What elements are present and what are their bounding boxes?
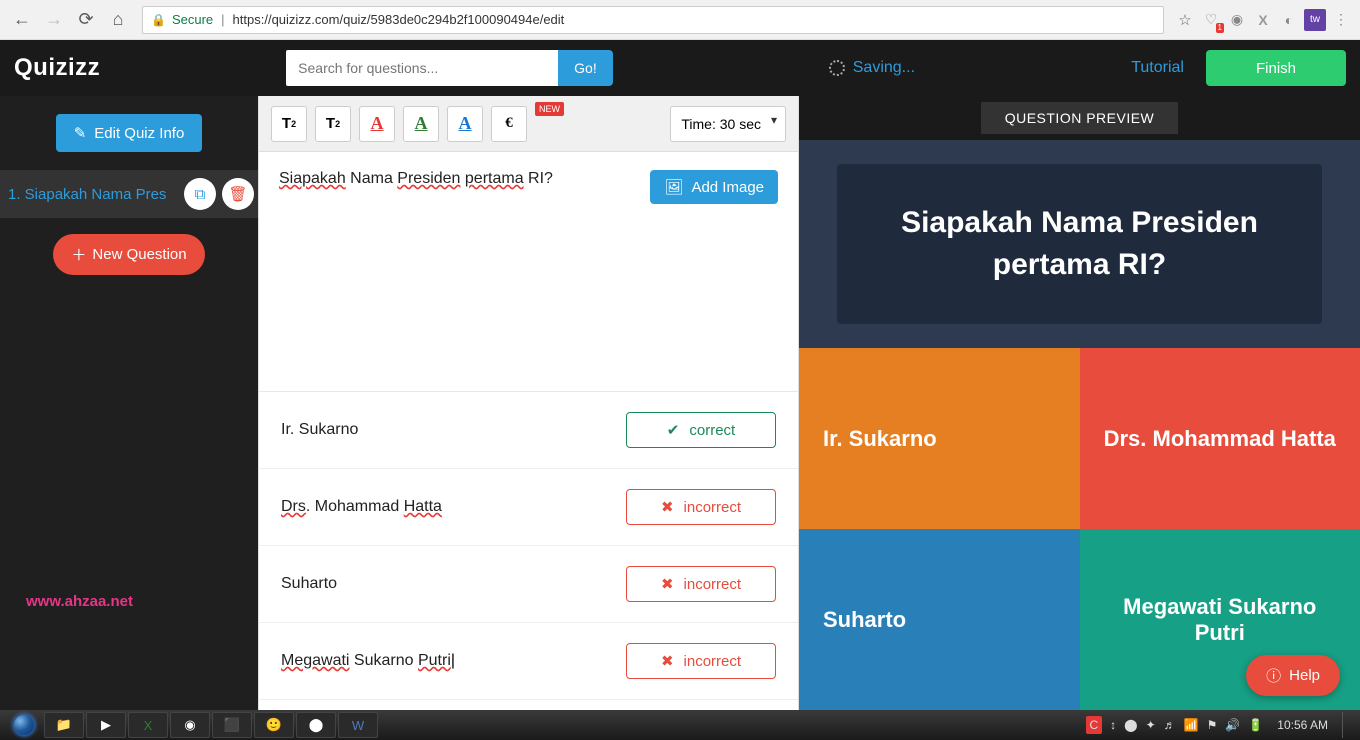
add-image-button[interactable]: 🖼 Add Image bbox=[650, 170, 778, 204]
tray-signal-icon[interactable]: 📶 bbox=[1184, 718, 1199, 732]
url-bar[interactable]: 🔒 Secure | https://quizizz.com/quiz/5983… bbox=[142, 6, 1164, 34]
system-tray[interactable]: C ↕ ⬤ ✦ ♬ 📶 ⚑ 🔊 🔋 10:56 AM bbox=[1086, 712, 1355, 738]
answer-row: Megawati Sukarno Putri| ✖incorrect bbox=[259, 623, 798, 700]
question-editor: T2 T2 A A A € NEW Time: 30 sec Siapakah … bbox=[258, 96, 799, 710]
lock-icon: 🔒 bbox=[151, 13, 166, 27]
mark-incorrect-button[interactable]: ✖incorrect bbox=[626, 489, 776, 525]
question-list-label: 1. Siapakah Nama Pres bbox=[8, 186, 178, 203]
tray-battery-icon[interactable]: 🔋 bbox=[1248, 718, 1263, 732]
tray-volume-icon[interactable]: 🔊 bbox=[1225, 718, 1240, 732]
finish-button[interactable]: Finish bbox=[1206, 50, 1346, 86]
home-button[interactable]: ⌂ bbox=[104, 6, 132, 34]
browser-chrome: ← → ⟳ ⌂ 🔒 Secure | https://quizizz.com/q… bbox=[0, 0, 1360, 40]
new-badge: NEW bbox=[535, 102, 564, 116]
search-wrap: Go! bbox=[286, 50, 613, 86]
menu-icon[interactable]: ⋮ bbox=[1330, 9, 1352, 31]
check-icon: ✔ bbox=[667, 421, 680, 439]
app-navbar: Quizizz Go! Saving... Tutorial Finish bbox=[0, 40, 1360, 96]
answer-row: Ir. Sukarno ✔correct bbox=[259, 392, 798, 469]
help-button[interactable]: ⓘ Help bbox=[1246, 655, 1340, 696]
answer-text[interactable]: Megawati Sukarno Putri| bbox=[281, 652, 614, 670]
taskbar-app5[interactable]: ⬛ bbox=[212, 712, 252, 738]
subscript-button[interactable]: T2 bbox=[315, 106, 351, 142]
question-list-item[interactable]: 1. Siapakah Nama Pres ⧉ 🗑 bbox=[0, 170, 258, 218]
x-icon: ✖ bbox=[661, 575, 674, 593]
question-text[interactable]: Siapakah Nama Presiden pertama RI? bbox=[279, 170, 553, 373]
preview-tab: QUESTION PREVIEW bbox=[981, 102, 1179, 134]
go-button[interactable]: Go! bbox=[558, 50, 613, 86]
text-green-button[interactable]: A bbox=[403, 106, 439, 142]
preview-option-c: Suharto bbox=[799, 529, 1080, 710]
tray-icon[interactable]: ↕ bbox=[1110, 718, 1116, 732]
sidebar: ✎ Edit Quiz Info 1. Siapakah Nama Pres ⧉… bbox=[0, 96, 258, 710]
time-select[interactable]: Time: 30 sec bbox=[670, 106, 786, 142]
delete-question-button[interactable]: 🗑 bbox=[222, 178, 254, 210]
ext-icon-1[interactable]: ◉ bbox=[1226, 9, 1248, 31]
new-question-button[interactable]: ＋ New Question bbox=[53, 234, 204, 275]
preview-option-a: Ir. Sukarno bbox=[799, 348, 1080, 529]
windows-taskbar: 📁 ▶ X ◉ ⬛ 🙂 ⬤ W C ↕ ⬤ ✦ ♬ 📶 ⚑ 🔊 🔋 10:56 … bbox=[0, 710, 1360, 740]
taskbar-clock[interactable]: 10:56 AM bbox=[1271, 718, 1334, 732]
secure-label: Secure bbox=[172, 12, 213, 27]
mark-incorrect-button[interactable]: ✖incorrect bbox=[626, 643, 776, 679]
url-text: https://quizizz.com/quiz/5983de0c294b2f1… bbox=[233, 12, 565, 27]
tutorial-link[interactable]: Tutorial bbox=[1131, 59, 1184, 77]
saving-indicator: Saving... bbox=[829, 59, 915, 77]
start-button[interactable] bbox=[6, 712, 42, 738]
superscript-button[interactable]: T2 bbox=[271, 106, 307, 142]
ext-icon-tw[interactable]: tw bbox=[1304, 9, 1326, 31]
taskbar-explorer[interactable]: 📁 bbox=[44, 712, 84, 738]
taskbar-app7[interactable]: ⬤ bbox=[296, 712, 336, 738]
forward-button[interactable]: → bbox=[40, 6, 68, 34]
image-icon: 🖼 bbox=[664, 178, 683, 196]
taskbar-word[interactable]: W bbox=[338, 712, 378, 738]
tray-icon[interactable]: ✦ bbox=[1146, 718, 1156, 732]
taskbar-media[interactable]: ▶ bbox=[86, 712, 126, 738]
answer-row: Drs. Mohammad Hatta ✖incorrect bbox=[259, 469, 798, 546]
preview-option-b: Drs. Mohammad Hatta bbox=[1080, 348, 1360, 529]
edit-icon: ✎ bbox=[74, 124, 87, 142]
watermark: www.ahzaa.net bbox=[26, 593, 133, 610]
preview-header: QUESTION PREVIEW bbox=[799, 96, 1360, 140]
tray-icon[interactable]: ⬤ bbox=[1124, 718, 1137, 732]
edit-quiz-info-button[interactable]: ✎ Edit Quiz Info bbox=[56, 114, 203, 152]
back-button[interactable]: ← bbox=[8, 6, 36, 34]
editor-toolbar: T2 T2 A A A € NEW Time: 30 sec bbox=[259, 96, 798, 152]
tray-icon[interactable]: C bbox=[1086, 716, 1103, 734]
logo: Quizizz bbox=[14, 54, 100, 82]
answer-list: Ir. Sukarno ✔correct Drs. Mohammad Hatta ✖i… bbox=[259, 392, 798, 710]
mark-incorrect-button[interactable]: ✖incorrect bbox=[626, 566, 776, 602]
symbol-button[interactable]: € bbox=[491, 106, 527, 142]
answer-row: Suharto ✖incorrect bbox=[259, 546, 798, 623]
search-input[interactable] bbox=[286, 50, 558, 86]
ext-icon-sound[interactable]: ◐ bbox=[1278, 9, 1300, 31]
mark-correct-button[interactable]: ✔correct bbox=[626, 412, 776, 448]
question-text-area[interactable]: Siapakah Nama Presiden pertama RI? 🖼 Add… bbox=[259, 152, 798, 392]
ext-icon-x[interactable]: X bbox=[1252, 9, 1274, 31]
bookmark-star-icon[interactable]: ☆ bbox=[1174, 9, 1196, 31]
text-red-button[interactable]: A bbox=[359, 106, 395, 142]
answer-text[interactable]: Drs. Mohammad Hatta bbox=[281, 498, 614, 516]
answer-text[interactable]: Ir. Sukarno bbox=[281, 421, 614, 439]
help-icon: ⓘ bbox=[1266, 665, 1281, 686]
show-desktop-button[interactable] bbox=[1342, 712, 1350, 738]
taskbar-app6[interactable]: 🙂 bbox=[254, 712, 294, 738]
x-icon: ✖ bbox=[661, 498, 674, 516]
question-preview: QUESTION PREVIEW Siapakah Nama Presiden … bbox=[799, 96, 1360, 710]
taskbar-chrome[interactable]: ◉ bbox=[170, 712, 210, 738]
windows-orb-icon bbox=[13, 714, 35, 736]
spinner-icon bbox=[829, 60, 845, 76]
x-icon: ✖ bbox=[661, 652, 674, 670]
taskbar-excel[interactable]: X bbox=[128, 712, 168, 738]
duplicate-question-button[interactable]: ⧉ bbox=[184, 178, 216, 210]
answer-text[interactable]: Suharto bbox=[281, 575, 614, 593]
tray-flag-icon[interactable]: ⚑ bbox=[1207, 718, 1218, 732]
tray-icon[interactable]: ♬ bbox=[1164, 718, 1176, 732]
preview-question: Siapakah Nama Presiden pertama RI? bbox=[837, 164, 1322, 324]
reload-button[interactable]: ⟳ bbox=[72, 6, 100, 34]
heart-icon[interactable]: ♡1 bbox=[1200, 9, 1222, 31]
plus-icon: ＋ bbox=[71, 244, 86, 265]
text-blue-button[interactable]: A bbox=[447, 106, 483, 142]
main-layout: ✎ Edit Quiz Info 1. Siapakah Nama Pres ⧉… bbox=[0, 96, 1360, 710]
